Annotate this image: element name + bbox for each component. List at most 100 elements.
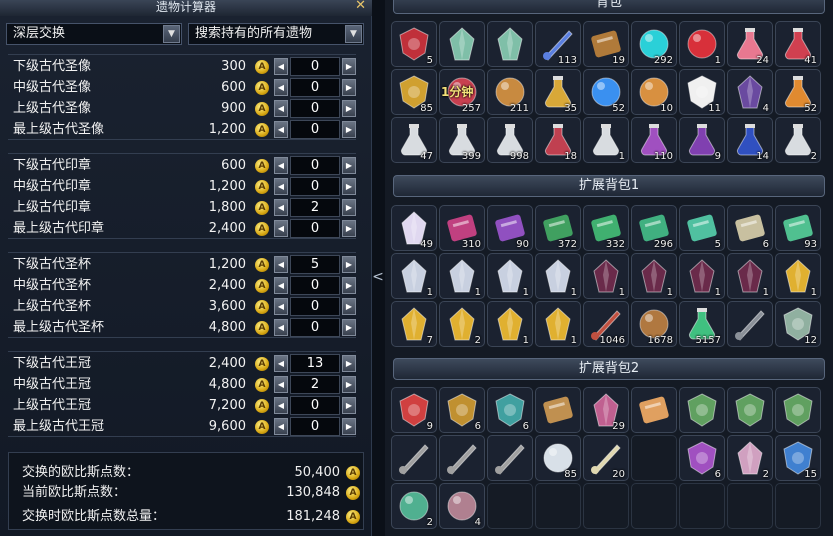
inventory-slot[interactable]: 85 bbox=[391, 69, 437, 115]
inventory-slot[interactable] bbox=[727, 301, 773, 347]
inventory-slot[interactable]: 1678 bbox=[631, 301, 677, 347]
inventory-slot[interactable]: 85 bbox=[535, 435, 581, 481]
inventory-slot[interactable]: 9 bbox=[391, 387, 437, 433]
empty-inventory-slot[interactable] bbox=[631, 435, 677, 481]
inventory-slot[interactable] bbox=[631, 387, 677, 433]
inventory-slot[interactable]: 211 bbox=[487, 69, 533, 115]
quantity-stepper[interactable]: ◀ 0 ▶ bbox=[274, 318, 356, 337]
increase-button[interactable]: ▶ bbox=[342, 319, 356, 336]
inventory-slot[interactable]: 113 bbox=[535, 21, 581, 67]
collapse-panel-button[interactable]: < bbox=[372, 262, 384, 292]
decrease-button[interactable]: ◀ bbox=[274, 100, 288, 117]
empty-inventory-slot[interactable] bbox=[727, 483, 773, 529]
inventory-slot[interactable]: 11 bbox=[679, 69, 725, 115]
inventory-slot[interactable] bbox=[439, 435, 485, 481]
increase-button[interactable]: ▶ bbox=[342, 397, 356, 414]
inventory-slot[interactable]: 2 bbox=[727, 435, 773, 481]
quantity-input[interactable]: 13 bbox=[290, 354, 340, 373]
inventory-slot[interactable]: 1 bbox=[583, 253, 629, 299]
quantity-input[interactable]: 0 bbox=[290, 99, 340, 118]
quantity-stepper[interactable]: ◀ 0 ▶ bbox=[274, 99, 356, 118]
inventory-slot[interactable]: 1 bbox=[583, 117, 629, 163]
quantity-input[interactable]: 0 bbox=[290, 396, 340, 415]
inventory-section-header[interactable]: 背包 bbox=[393, 0, 825, 14]
inventory-slot[interactable]: 5 bbox=[391, 21, 437, 67]
decrease-button[interactable]: ◀ bbox=[274, 355, 288, 372]
increase-button[interactable]: ▶ bbox=[342, 277, 356, 294]
decrease-button[interactable]: ◀ bbox=[274, 277, 288, 294]
inventory-slot[interactable]: 1 bbox=[535, 301, 581, 347]
quantity-stepper[interactable]: ◀ 0 ▶ bbox=[274, 297, 356, 316]
inventory-slot[interactable]: 10 bbox=[631, 69, 677, 115]
quantity-input[interactable]: 0 bbox=[290, 177, 340, 196]
inventory-slot[interactable]: 24 bbox=[727, 21, 773, 67]
close-icon[interactable]: ✕ bbox=[355, 0, 366, 13]
quantity-input[interactable]: 0 bbox=[290, 297, 340, 316]
quantity-stepper[interactable]: ◀ 0 ▶ bbox=[274, 276, 356, 295]
inventory-slot[interactable]: 29 bbox=[583, 387, 629, 433]
empty-inventory-slot[interactable] bbox=[487, 483, 533, 529]
quantity-input[interactable]: 0 bbox=[290, 120, 340, 139]
inventory-slot[interactable]: 399 bbox=[439, 117, 485, 163]
calculator-title-bar[interactable]: 遗物计算器 ✕ bbox=[0, 0, 372, 16]
inventory-slot[interactable]: 1 bbox=[391, 253, 437, 299]
inventory-slot[interactable]: 7 bbox=[391, 301, 437, 347]
decrease-button[interactable]: ◀ bbox=[274, 418, 288, 435]
quantity-stepper[interactable]: ◀ 5 ▶ bbox=[274, 255, 356, 274]
inventory-slot[interactable]: 19 bbox=[583, 21, 629, 67]
inventory-slot[interactable]: 1 bbox=[775, 253, 821, 299]
quantity-stepper[interactable]: ◀ 2 ▶ bbox=[274, 198, 356, 217]
inventory-slot[interactable]: 4 bbox=[439, 483, 485, 529]
decrease-button[interactable]: ◀ bbox=[274, 256, 288, 273]
decrease-button[interactable]: ◀ bbox=[274, 121, 288, 138]
inventory-slot[interactable]: 41 bbox=[775, 21, 821, 67]
decrease-button[interactable]: ◀ bbox=[274, 199, 288, 216]
inventory-slot[interactable]: 12 bbox=[775, 301, 821, 347]
increase-button[interactable]: ▶ bbox=[342, 256, 356, 273]
quantity-stepper[interactable]: ◀ 0 ▶ bbox=[274, 78, 356, 97]
inventory-slot[interactable]: 4 bbox=[727, 69, 773, 115]
inventory-slot[interactable]: 35 bbox=[535, 69, 581, 115]
increase-button[interactable]: ▶ bbox=[342, 178, 356, 195]
quantity-input[interactable]: 0 bbox=[290, 57, 340, 76]
quantity-input[interactable]: 2 bbox=[290, 375, 340, 394]
inventory-slot[interactable]: 93 bbox=[775, 205, 821, 251]
quantity-input[interactable]: 5 bbox=[290, 255, 340, 274]
inventory-slot[interactable] bbox=[487, 21, 533, 67]
inventory-slot[interactable] bbox=[535, 387, 581, 433]
empty-inventory-slot[interactable] bbox=[631, 483, 677, 529]
empty-inventory-slot[interactable] bbox=[583, 483, 629, 529]
inventory-slot[interactable]: 292 bbox=[631, 21, 677, 67]
empty-inventory-slot[interactable] bbox=[775, 483, 821, 529]
inventory-slot[interactable]: 332 bbox=[583, 205, 629, 251]
inventory-slot[interactable]: 52 bbox=[775, 69, 821, 115]
inventory-slot[interactable]: 1 bbox=[727, 253, 773, 299]
increase-button[interactable]: ▶ bbox=[342, 121, 356, 138]
inventory-slot[interactable]: 14 bbox=[727, 117, 773, 163]
inventory-slot[interactable]: 1 bbox=[631, 253, 677, 299]
inventory-section-header[interactable]: 扩展背包2 bbox=[393, 358, 825, 380]
inventory-slot[interactable]: 90 bbox=[487, 205, 533, 251]
quantity-stepper[interactable]: ◀ 0 ▶ bbox=[274, 417, 356, 436]
inventory-slot[interactable]: 6 bbox=[727, 205, 773, 251]
increase-button[interactable]: ▶ bbox=[342, 355, 356, 372]
exchange-type-select[interactable]: 深层交换 ▼ bbox=[6, 23, 182, 45]
inventory-slot[interactable] bbox=[439, 21, 485, 67]
inventory-slot[interactable]: 2 bbox=[439, 301, 485, 347]
inventory-slot[interactable] bbox=[775, 387, 821, 433]
inventory-slot[interactable]: 1 bbox=[535, 253, 581, 299]
quantity-stepper[interactable]: ◀ 2 ▶ bbox=[274, 375, 356, 394]
increase-button[interactable]: ▶ bbox=[342, 100, 356, 117]
inventory-slot[interactable]: 1046 bbox=[583, 301, 629, 347]
decrease-button[interactable]: ◀ bbox=[274, 220, 288, 237]
quantity-input[interactable]: 0 bbox=[290, 276, 340, 295]
inventory-slot[interactable]: 110 bbox=[631, 117, 677, 163]
inventory-slot[interactable] bbox=[679, 387, 725, 433]
quantity-input[interactable]: 0 bbox=[290, 156, 340, 175]
increase-button[interactable]: ▶ bbox=[342, 157, 356, 174]
inventory-slot[interactable]: 1分钟 257 bbox=[439, 69, 485, 115]
inventory-slot[interactable]: 49 bbox=[391, 205, 437, 251]
inventory-slot[interactable]: 296 bbox=[631, 205, 677, 251]
decrease-button[interactable]: ◀ bbox=[274, 397, 288, 414]
inventory-slot[interactable]: 18 bbox=[535, 117, 581, 163]
